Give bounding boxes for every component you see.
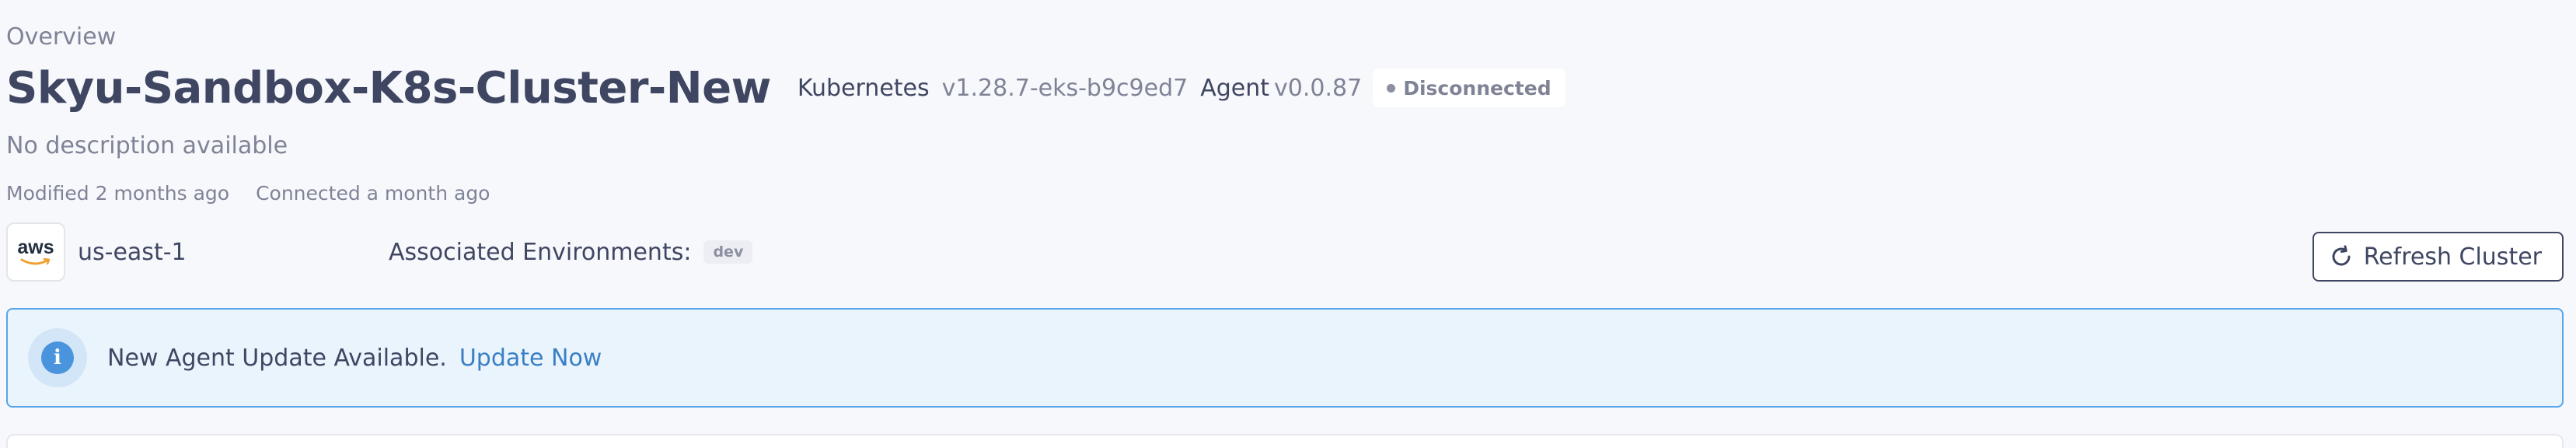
connected-time: Connected a month ago [256,182,490,205]
alert-message: New Agent Update Available. [107,344,447,372]
status-label: Disconnected [1403,76,1552,100]
cluster-overview-page: Overview Skyu-Sandbox-K8s-Cluster-New Ku… [0,0,2576,448]
kubernetes-label: Kubernetes [797,74,930,102]
region-label: us-east-1 [78,238,187,266]
environment-badge[interactable]: dev [703,240,753,264]
aws-logo: aws [6,222,65,282]
modified-time: Modified 2 months ago [6,182,230,205]
status-badge: Disconnected [1373,68,1565,107]
refresh-icon [2330,245,2353,268]
kubernetes-version: v1.28.7-eks-b9c9ed7 [941,74,1189,102]
agent-update-alert: i New Agent Update Available. Update Now [6,308,2564,408]
agent-label: Agent [1200,74,1270,102]
info-icon-glyph: i [41,341,74,374]
update-now-link[interactable]: Update Now [459,345,602,372]
page-title: Skyu-Sandbox-K8s-Cluster-New [6,62,771,114]
provider-row: aws us-east-1 Associated Environments: d… [6,222,753,282]
aws-logo-text: aws [17,236,54,258]
content-panel [6,434,2564,448]
refresh-cluster-button[interactable]: Refresh Cluster [2312,232,2564,282]
agent-version: v0.0.87 [1274,74,1363,102]
cluster-description: No description available [6,132,288,159]
timestamps: Modified 2 months ago Connected a month … [6,182,490,205]
breadcrumb[interactable]: Overview [6,23,116,51]
aws-smile-icon [20,257,51,264]
title-row: Skyu-Sandbox-K8s-Cluster-New Kubernetes … [6,61,1565,115]
refresh-cluster-label: Refresh Cluster [2363,243,2542,271]
info-icon: i [28,328,87,387]
status-dot-icon [1387,83,1396,93]
associated-environments-label: Associated Environments: [389,238,692,266]
